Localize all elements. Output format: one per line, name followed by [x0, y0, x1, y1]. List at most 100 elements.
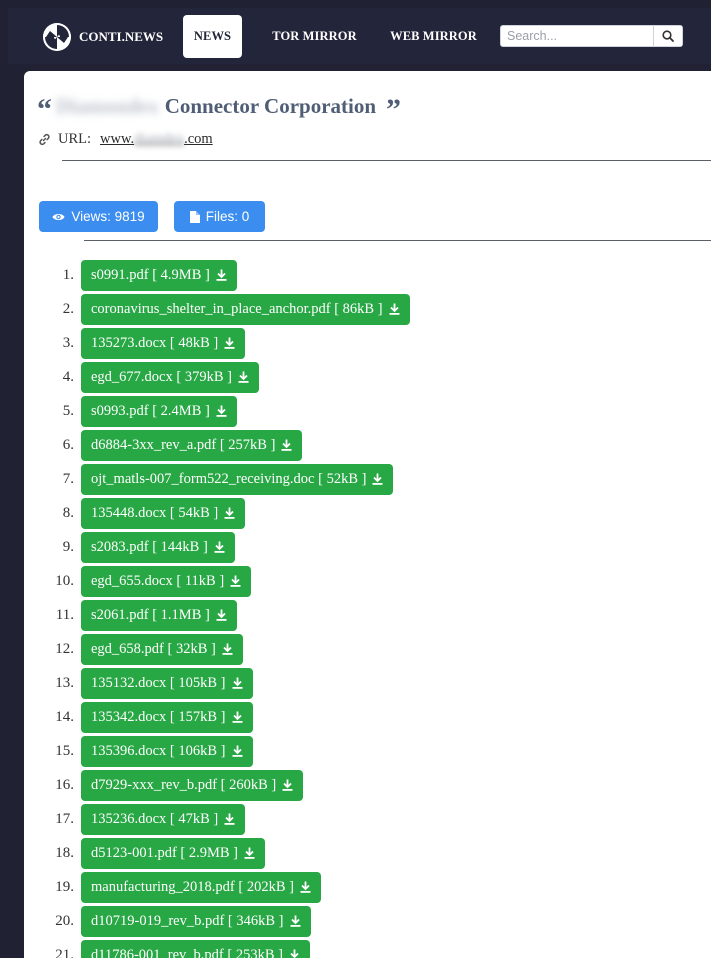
nav-news[interactable]: NEWS	[183, 15, 242, 58]
eye-icon	[52, 213, 65, 220]
file-download-button[interactable]: 135448.docx [ 54kB ]	[81, 498, 246, 529]
file-download-button[interactable]: 135273.docx [ 48kB ]	[81, 328, 246, 359]
file-name: d6884-3xx_rev_a.pdf [ 257kB ]	[91, 437, 276, 453]
file-download-button[interactable]: manufacturing_2018.pdf [ 202kB ]	[81, 872, 321, 903]
title-text: Connector Corporation	[164, 93, 377, 118]
download-icon	[281, 439, 292, 451]
file-download-button[interactable]: d11786-001_rev_b.pdf [ 253kB ]	[81, 940, 310, 958]
brand-logo-icon	[43, 23, 71, 51]
file-number: 16.	[55, 777, 74, 793]
file-number: 18.	[55, 845, 74, 861]
download-icon	[244, 847, 255, 859]
file-download-button[interactable]: s0993.pdf [ 2.4MB ]	[81, 396, 237, 427]
url-link[interactable]: www.diamdex.com	[100, 131, 213, 148]
file-download-button[interactable]: d6884-3xx_rev_a.pdf [ 257kB ]	[81, 430, 303, 461]
download-icon	[372, 473, 383, 485]
file-download-button[interactable]: 135396.docx [ 106kB ]	[81, 736, 253, 767]
file-download-button[interactable]: egd_677.docx [ 379kB ]	[81, 362, 259, 393]
file-download-button[interactable]: s2083.pdf [ 144kB ]	[81, 532, 235, 563]
file-download-button[interactable]: s0991.pdf [ 4.9MB ]	[81, 260, 237, 291]
file-number: 14.	[55, 709, 74, 725]
file-download-button[interactable]: 135342.docx [ 157kB ]	[81, 702, 253, 733]
file-number: 12.	[55, 641, 74, 657]
file-name: d7929-xxx_rev_b.pdf [ 260kB ]	[91, 777, 277, 793]
search-icon	[662, 30, 674, 42]
content-card: “ Diamondex Connector Corporation ” URL:…	[24, 71, 711, 958]
file-number: 19.	[55, 879, 74, 895]
files-label: Files: 0	[205, 209, 250, 224]
file-download-button[interactable]: d10719-019_rev_b.pdf [ 346kB ]	[81, 906, 311, 937]
brand-link[interactable]: CONTI.NEWS	[43, 23, 163, 51]
url-redacted: diamdex	[134, 130, 185, 147]
file-number: 5.	[62, 403, 74, 419]
file-download-button[interactable]: egd_658.pdf [ 32kB ]	[81, 634, 243, 665]
nav-web-mirror[interactable]: WEB MIRROR	[385, 15, 482, 58]
top-navbar: CONTI.NEWS NEWS TOR MIRROR WEB MIRROR	[0, 0, 711, 72]
views-button[interactable]: Views: 9819	[39, 201, 158, 232]
download-icon	[224, 813, 235, 825]
file-download-button[interactable]: s2061.pdf [ 1.1MB ]	[81, 600, 237, 631]
url-suffix: .com	[184, 130, 213, 147]
file-number: 6.	[62, 437, 74, 453]
file-name: 135236.docx [ 47kB ]	[91, 811, 219, 827]
nav-tor-mirror[interactable]: TOR MIRROR	[266, 15, 363, 58]
file-number: 10.	[55, 573, 74, 589]
download-icon	[389, 303, 400, 315]
file-number: 3.	[62, 335, 74, 351]
search-form	[500, 25, 683, 47]
file-name: s0991.pdf [ 4.9MB ]	[91, 267, 210, 283]
file-name: s2083.pdf [ 144kB ]	[91, 539, 208, 555]
close-quote-icon: ”	[386, 93, 402, 126]
file-name: 135396.docx [ 106kB ]	[91, 743, 226, 759]
file-name: d5123-001.pdf [ 2.9MB ]	[91, 845, 239, 861]
link-icon	[39, 133, 50, 145]
file-name: 135448.docx [ 54kB ]	[91, 505, 219, 521]
divider	[62, 160, 711, 161]
file-download-button[interactable]: coronavirus_shelter_in_place_anchor.pdf …	[81, 294, 410, 325]
file-name: 135273.docx [ 48kB ]	[91, 335, 219, 351]
file-number: 15.	[55, 743, 74, 759]
file-number: 13.	[55, 675, 74, 691]
url-prefix: www.	[100, 130, 135, 147]
file-number: 9.	[62, 539, 74, 555]
title-redacted: Diamondex	[56, 93, 159, 118]
file-number: 2.	[62, 301, 74, 317]
file-number: 1.	[62, 267, 74, 283]
file-name: d11786-001_rev_b.pdf [ 253kB ]	[91, 947, 283, 958]
search-button[interactable]	[653, 26, 682, 46]
file-icon	[189, 210, 200, 223]
file-number: 4.	[62, 369, 74, 385]
download-icon	[232, 745, 243, 757]
brand-name: CONTI.NEWS	[79, 29, 164, 44]
file-download-button[interactable]: ojt_matls-007_form522_receiving.doc [ 52…	[81, 464, 394, 495]
file-name: egd_658.pdf [ 32kB ]	[91, 641, 216, 657]
download-icon	[216, 269, 227, 281]
download-icon	[222, 643, 233, 655]
download-icon	[282, 779, 293, 791]
file-download-button[interactable]: 135132.docx [ 105kB ]	[81, 668, 253, 699]
download-icon	[230, 575, 241, 587]
file-name: s2061.pdf [ 1.1MB ]	[91, 607, 210, 623]
files-button[interactable]: Files: 0	[174, 201, 265, 232]
divider	[84, 240, 711, 241]
download-icon	[289, 949, 300, 958]
file-download-button[interactable]: d5123-001.pdf [ 2.9MB ]	[81, 838, 266, 869]
file-name: ojt_matls-007_form522_receiving.doc [ 52…	[91, 471, 367, 487]
url-row: URL: www.diamdex.com	[38, 128, 213, 150]
file-name: 135342.docx [ 157kB ]	[91, 709, 226, 725]
file-number: 7.	[62, 471, 74, 487]
file-download-button[interactable]: d7929-xxx_rev_b.pdf [ 260kB ]	[81, 770, 304, 801]
file-download-button[interactable]: egd_655.docx [ 11kB ]	[81, 566, 252, 597]
file-name: coronavirus_shelter_in_place_anchor.pdf …	[91, 301, 383, 317]
page-title: “ Diamondex Connector Corporation ”	[37, 92, 401, 125]
download-icon	[290, 915, 301, 927]
open-quote-icon: “	[37, 93, 52, 126]
url-label: URL:	[58, 130, 92, 147]
views-label: Views: 9819	[71, 209, 145, 224]
file-download-button[interactable]: 135236.docx [ 47kB ]	[81, 804, 246, 835]
file-number: 20.	[55, 913, 74, 929]
file-name: s0993.pdf [ 2.4MB ]	[91, 403, 210, 419]
file-number: 21.	[55, 947, 74, 958]
file-number: 11.	[55, 607, 74, 623]
search-input[interactable]	[501, 26, 653, 46]
